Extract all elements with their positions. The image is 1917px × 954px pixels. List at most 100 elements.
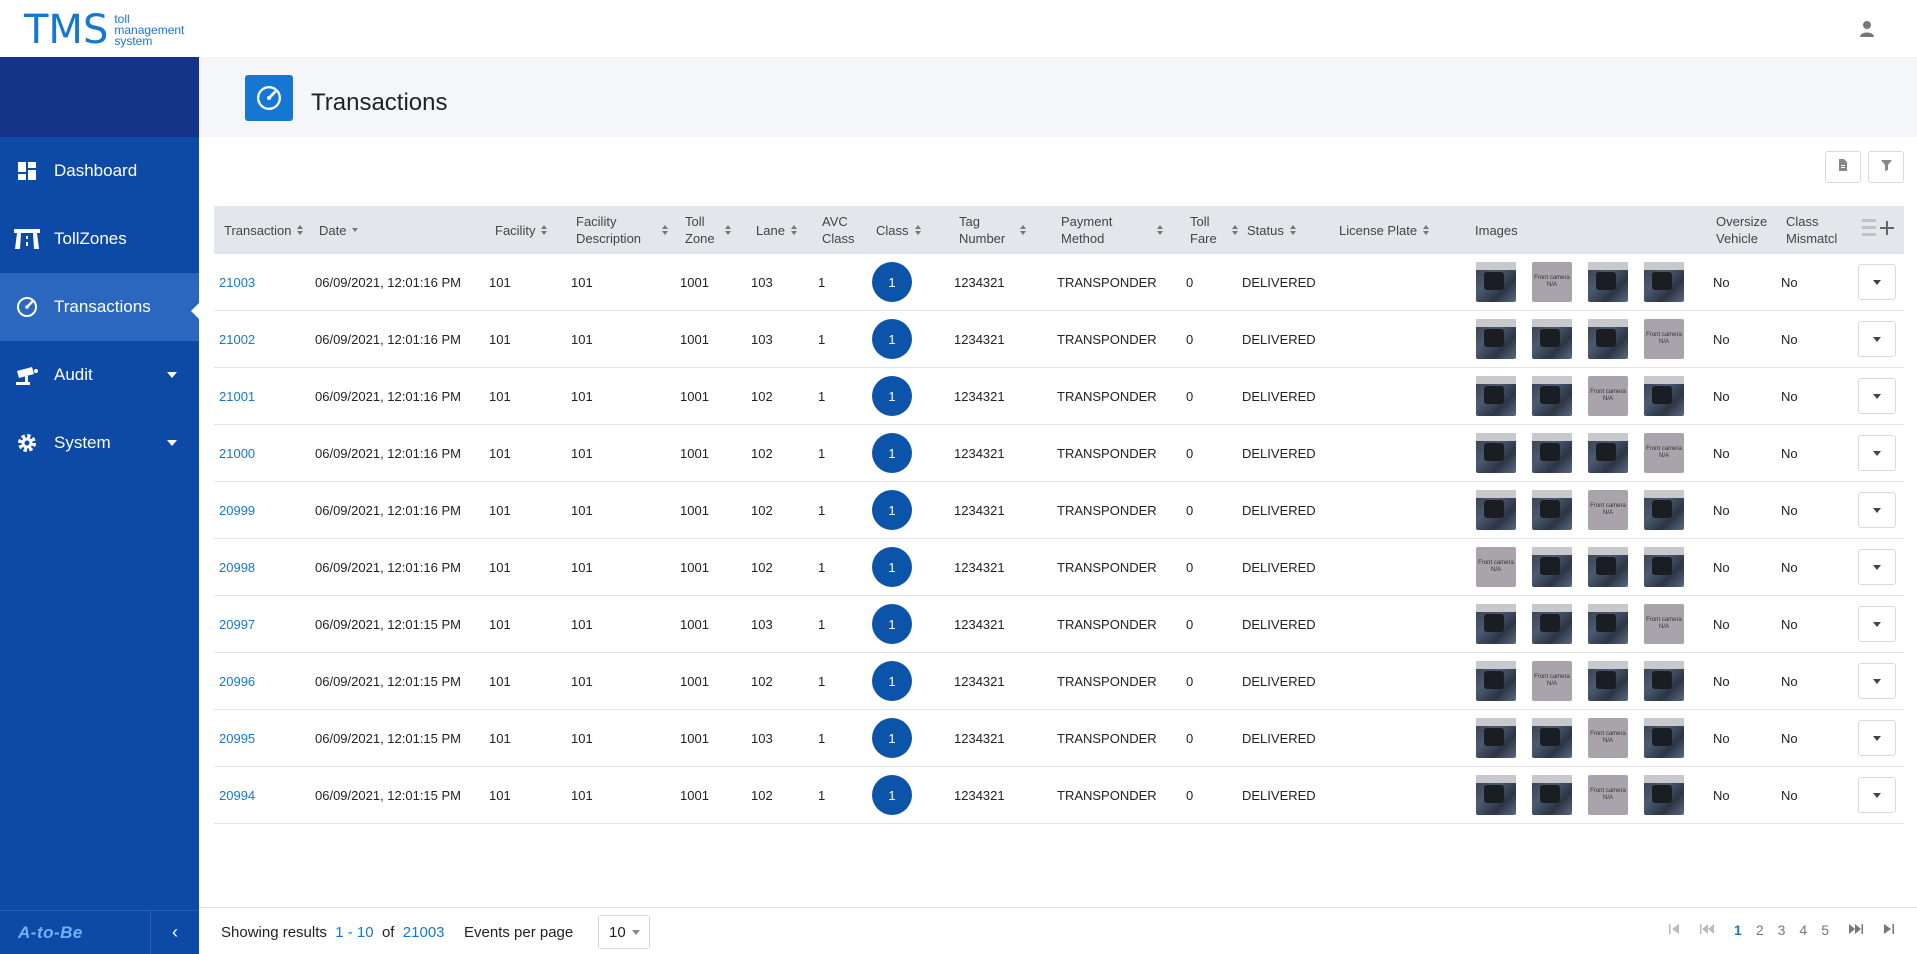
- vehicle-image-thumbnail[interactable]: [1588, 433, 1628, 473]
- column-header-license-plate[interactable]: License Plate: [1339, 206, 1430, 254]
- column-header-facility-description[interactable]: Facility Description: [576, 206, 671, 254]
- sidebar-item-audit[interactable]: Audit: [0, 341, 199, 409]
- vehicle-image-thumbnail[interactable]: [1644, 661, 1684, 701]
- row-actions-button[interactable]: [1858, 606, 1896, 642]
- first-page-icon[interactable]: [1668, 923, 1680, 938]
- column-header-class[interactable]: Class: [876, 206, 921, 254]
- row-actions-button[interactable]: [1858, 492, 1896, 528]
- row-actions-button[interactable]: [1858, 378, 1896, 414]
- camera-unavailable-thumbnail[interactable]: Front camera N/A: [1588, 490, 1628, 530]
- chevron-down-icon: [1873, 393, 1881, 399]
- camera-unavailable-thumbnail[interactable]: Front camera N/A: [1532, 661, 1572, 701]
- vehicle-image-thumbnail[interactable]: [1532, 718, 1572, 758]
- events-per-page-select[interactable]: 10: [598, 915, 650, 949]
- vehicle-image-thumbnail[interactable]: [1476, 433, 1516, 473]
- column-header-date[interactable]: Date: [319, 206, 359, 254]
- app-logo[interactable]: TMS toll management system: [24, 10, 184, 50]
- camera-unavailable-thumbnail[interactable]: Front camera N/A: [1644, 319, 1684, 359]
- row-actions-button[interactable]: [1858, 435, 1896, 471]
- vehicle-image-thumbnail[interactable]: [1532, 433, 1572, 473]
- column-header-tag-number[interactable]: Tag Number: [959, 206, 1034, 254]
- sidebar-item-system[interactable]: System: [0, 409, 199, 477]
- column-header-transaction[interactable]: Transaction: [224, 206, 304, 254]
- camera-unavailable-thumbnail[interactable]: Front camera N/A: [1532, 262, 1572, 302]
- chevron-down-icon: [1873, 621, 1881, 627]
- transaction-id-link[interactable]: 20999: [219, 482, 255, 538]
- row-actions-button[interactable]: [1858, 663, 1896, 699]
- column-settings-button[interactable]: [1862, 206, 1896, 254]
- vehicle-image-thumbnail[interactable]: [1644, 490, 1684, 530]
- vehicle-image-thumbnail[interactable]: [1476, 490, 1516, 530]
- transaction-id-link[interactable]: 21003: [219, 254, 255, 310]
- vehicle-image-thumbnail[interactable]: [1588, 661, 1628, 701]
- transaction-id-link[interactable]: 20996: [219, 653, 255, 709]
- column-header-status[interactable]: Status: [1247, 206, 1296, 254]
- camera-unavailable-thumbnail[interactable]: Front camera N/A: [1644, 604, 1684, 644]
- transaction-id-link[interactable]: 21002: [219, 311, 255, 367]
- page-link[interactable]: 2: [1756, 922, 1764, 938]
- vehicle-image-thumbnail[interactable]: [1588, 262, 1628, 302]
- row-actions-button[interactable]: [1858, 549, 1896, 585]
- vehicle-image-thumbnail[interactable]: [1476, 319, 1516, 359]
- vehicle-image-thumbnail[interactable]: [1532, 604, 1572, 644]
- filter-button[interactable]: [1868, 151, 1904, 183]
- column-header-facility[interactable]: Facility: [495, 206, 548, 254]
- vehicle-image-thumbnail[interactable]: [1476, 376, 1516, 416]
- last-page-icon[interactable]: [1883, 923, 1895, 938]
- sidebar-item-transactions[interactable]: Transactions: [0, 273, 199, 341]
- vehicle-image-thumbnail[interactable]: [1476, 718, 1516, 758]
- page-link[interactable]: 4: [1799, 922, 1807, 938]
- camera-unavailable-thumbnail[interactable]: Front camera N/A: [1476, 547, 1516, 587]
- vehicle-image-thumbnail[interactable]: [1532, 376, 1572, 416]
- vehicle-image-thumbnail[interactable]: [1644, 547, 1684, 587]
- sort-icon: [1423, 225, 1430, 235]
- next-page-icon[interactable]: [1849, 923, 1863, 938]
- export-button[interactable]: [1825, 151, 1861, 183]
- vehicle-image-thumbnail[interactable]: [1532, 547, 1572, 587]
- column-header-payment-method[interactable]: Payment Method: [1061, 206, 1163, 254]
- page-link[interactable]: 5: [1821, 922, 1829, 938]
- vehicle-image-thumbnail[interactable]: [1588, 319, 1628, 359]
- row-actions-button[interactable]: [1858, 720, 1896, 756]
- camera-unavailable-thumbnail[interactable]: Front camera N/A: [1644, 433, 1684, 473]
- transaction-id-link[interactable]: 20995: [219, 710, 255, 766]
- row-actions-button[interactable]: [1858, 264, 1896, 300]
- vehicle-image-thumbnail[interactable]: [1476, 604, 1516, 644]
- row-actions-button[interactable]: [1858, 777, 1896, 813]
- pagination-footer: Showing results 1 - 10 of 21003 Events p…: [199, 907, 1917, 954]
- camera-unavailable-thumbnail[interactable]: Front camera N/A: [1588, 775, 1628, 815]
- column-header-toll-fare[interactable]: Toll Fare: [1190, 206, 1242, 254]
- page-link[interactable]: 3: [1778, 922, 1786, 938]
- vehicle-image-thumbnail[interactable]: [1532, 490, 1572, 530]
- row-actions-button[interactable]: [1858, 321, 1896, 357]
- transaction-id-link[interactable]: 21001: [219, 368, 255, 424]
- vehicle-image-thumbnail[interactable]: [1588, 604, 1628, 644]
- transaction-id-link[interactable]: 20994: [219, 767, 255, 823]
- vehicle-image-thumbnail[interactable]: [1476, 262, 1516, 302]
- vehicle-image-thumbnail[interactable]: [1644, 262, 1684, 302]
- transaction-id-link[interactable]: 20998: [219, 539, 255, 595]
- camera-unavailable-thumbnail[interactable]: Front camera N/A: [1588, 718, 1628, 758]
- collapse-sidebar-button[interactable]: ‹: [150, 911, 199, 954]
- vehicle-image-thumbnail[interactable]: [1532, 775, 1572, 815]
- transaction-id-link[interactable]: 20997: [219, 596, 255, 652]
- transaction-id-link[interactable]: 21000: [219, 425, 255, 481]
- vehicle-image-thumbnail[interactable]: [1644, 775, 1684, 815]
- user-icon[interactable]: [1857, 19, 1877, 39]
- vehicle-image-thumbnail[interactable]: [1476, 775, 1516, 815]
- sidebar-item-tollzones[interactable]: TollZones: [0, 205, 199, 273]
- column-header-lane[interactable]: Lane: [756, 206, 797, 254]
- vehicle-image-thumbnail[interactable]: [1644, 718, 1684, 758]
- vehicle-image-thumbnail[interactable]: [1644, 376, 1684, 416]
- vehicle-image-thumbnail[interactable]: [1532, 319, 1572, 359]
- page-link[interactable]: 1: [1734, 922, 1742, 938]
- vehicle-image-thumbnail[interactable]: [1476, 661, 1516, 701]
- column-header-toll-zone[interactable]: Toll Zone: [685, 206, 735, 254]
- facility-cell: 101: [489, 274, 511, 290]
- logo-main: TMS: [24, 7, 109, 53]
- sidebar-item-dashboard[interactable]: Dashboard: [0, 137, 199, 205]
- facility-cell: 101: [489, 673, 511, 689]
- previous-page-icon[interactable]: [1700, 923, 1715, 938]
- vehicle-image-thumbnail[interactable]: [1588, 547, 1628, 587]
- camera-unavailable-thumbnail[interactable]: Front camera N/A: [1588, 376, 1628, 416]
